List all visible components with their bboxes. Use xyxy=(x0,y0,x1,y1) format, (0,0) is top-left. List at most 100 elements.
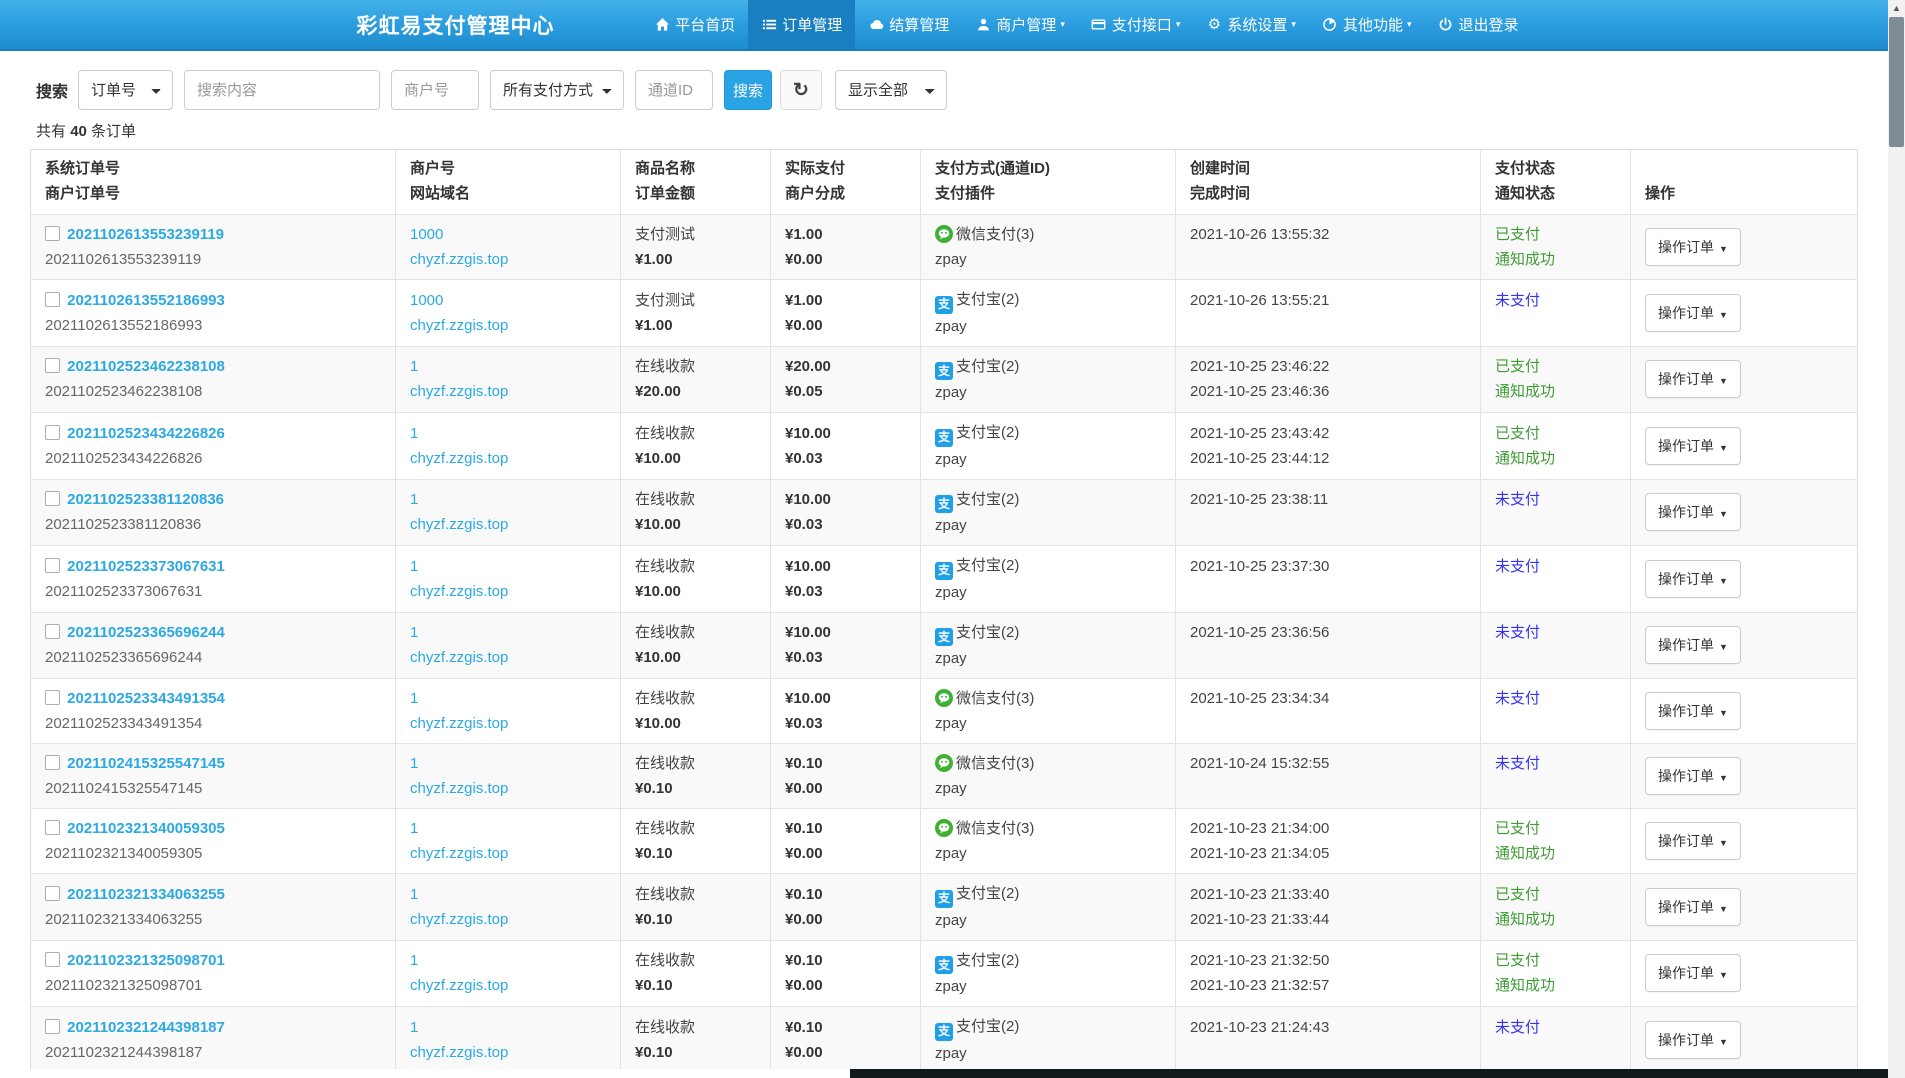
system-order-link[interactable]: 2021102523373067631 xyxy=(67,558,225,575)
row-checkbox[interactable] xyxy=(45,292,60,307)
site-domain-link[interactable]: chyzf.zzgis.top xyxy=(410,649,508,666)
order-action-button[interactable]: 操作订单▼ xyxy=(1645,427,1741,465)
row-checkbox[interactable] xyxy=(45,425,60,440)
order-action-button[interactable]: 操作订单▼ xyxy=(1645,560,1741,598)
search-content-input[interactable] xyxy=(184,70,380,110)
nav-item-支付接口[interactable]: 支付接口 ▾ xyxy=(1078,0,1194,49)
nav-item-结算管理[interactable]: 结算管理 ▾ xyxy=(855,0,962,49)
nav-item-系统设置[interactable]: ⚙ 系统设置 ▾ xyxy=(1193,0,1309,49)
order-action-button[interactable]: 操作订单▼ xyxy=(1645,757,1741,795)
order-action-button[interactable]: 操作订单▼ xyxy=(1645,228,1741,266)
site-domain-link[interactable]: chyzf.zzgis.top xyxy=(410,780,508,797)
row-checkbox[interactable] xyxy=(45,358,60,373)
order-action-button[interactable]: 操作订单▼ xyxy=(1645,360,1741,398)
merchant-id-link[interactable]: 1 xyxy=(410,558,418,575)
search-type-select[interactable]: 订单号 xyxy=(78,70,173,110)
completed-time: 2021-10-23 21:33:44 xyxy=(1190,907,1466,932)
system-order-link[interactable]: 2021102613553239119 xyxy=(67,226,224,243)
merchant-id-link[interactable]: 1000 xyxy=(410,292,443,309)
nav-item-退出登录[interactable]: 退出登录 ▾ xyxy=(1424,0,1531,49)
merchant-share: ¥0.00 xyxy=(785,313,906,338)
system-order-link[interactable]: 2021102523343491354 xyxy=(67,690,225,707)
product-name: 在线收款 xyxy=(635,554,756,579)
nav-item-订单管理[interactable]: 订单管理 ▾ xyxy=(748,0,855,49)
row-checkbox[interactable] xyxy=(45,491,60,506)
vertical-scrollbar-thumb[interactable] xyxy=(1889,17,1904,147)
merchant-id-link[interactable]: 1 xyxy=(410,491,418,508)
merchant-id-link[interactable]: 1 xyxy=(410,820,418,837)
merchant-id-link[interactable]: 1 xyxy=(410,425,418,442)
row-checkbox[interactable] xyxy=(45,820,60,835)
alipay-icon: 支 xyxy=(935,1023,953,1041)
column-header: 商户号 网站域名 xyxy=(396,150,621,215)
order-action-button[interactable]: 操作订单▼ xyxy=(1645,294,1741,332)
order-action-button[interactable]: 操作订单▼ xyxy=(1645,1021,1741,1059)
alipay-icon: 支 xyxy=(935,362,953,380)
site-domain-link[interactable]: chyzf.zzgis.top xyxy=(410,450,508,467)
merchant-id-link[interactable]: 1 xyxy=(410,1019,418,1036)
gear-icon: ⚙ xyxy=(1206,17,1222,33)
site-domain-link[interactable]: chyzf.zzgis.top xyxy=(410,516,508,533)
merchant-id-link[interactable]: 1000 xyxy=(410,226,443,243)
horizontal-scrollbar-thumb[interactable] xyxy=(850,1069,1905,1078)
order-action-button[interactable]: 操作订单▼ xyxy=(1645,626,1741,664)
order-action-button[interactable]: 操作订单▼ xyxy=(1645,822,1741,860)
merchant-id-link[interactable]: 1 xyxy=(410,952,418,969)
vertical-scrollbar[interactable]: ▲ xyxy=(1888,0,1905,1078)
system-order-link[interactable]: 2021102523365696244 xyxy=(67,624,225,641)
search-button[interactable]: 搜索 xyxy=(724,70,772,110)
site-domain-link[interactable]: chyzf.zzgis.top xyxy=(410,383,508,400)
order-action-button[interactable]: 操作订单▼ xyxy=(1645,954,1741,992)
scroll-up-arrow-icon[interactable]: ▲ xyxy=(1888,0,1905,17)
row-checkbox[interactable] xyxy=(45,624,60,639)
order-amount: ¥0.10 xyxy=(635,973,756,998)
notify-status xyxy=(1495,512,1616,537)
nav-item-其他功能[interactable]: 其他功能 ▾ xyxy=(1309,0,1425,49)
row-checkbox[interactable] xyxy=(45,690,60,705)
row-checkbox[interactable] xyxy=(45,952,60,967)
system-order-link[interactable]: 2021102523462238108 xyxy=(67,358,225,375)
site-domain-link[interactable]: chyzf.zzgis.top xyxy=(410,715,508,732)
notify-status xyxy=(1495,776,1616,801)
site-domain-link[interactable]: chyzf.zzgis.top xyxy=(410,317,508,334)
site-domain-link[interactable]: chyzf.zzgis.top xyxy=(410,1044,508,1061)
system-order-link[interactable]: 2021102523381120836 xyxy=(67,491,224,508)
merchant-id-link[interactable]: 1 xyxy=(410,755,418,772)
nav-item-商户管理[interactable]: 商户管理 ▾ xyxy=(962,0,1078,49)
merchant-id-link[interactable]: 1 xyxy=(410,624,418,641)
row-checkbox[interactable] xyxy=(45,558,60,573)
row-checkbox[interactable] xyxy=(45,886,60,901)
order-action-button[interactable]: 操作订单▼ xyxy=(1645,493,1741,531)
system-order-link[interactable]: 2021102613552186993 xyxy=(67,292,225,309)
created-time: 2021-10-26 13:55:32 xyxy=(1190,222,1466,247)
refresh-button[interactable]: ↻ xyxy=(780,70,822,110)
merchant-id-link[interactable]: 1 xyxy=(410,358,418,375)
display-filter-select[interactable]: 显示全部 xyxy=(835,70,947,110)
pay-type-select[interactable]: 所有支付方式 xyxy=(490,70,624,110)
row-checkbox[interactable] xyxy=(45,1019,60,1034)
site-domain-link[interactable]: chyzf.zzgis.top xyxy=(410,977,508,994)
merchant-id-link[interactable]: 1 xyxy=(410,886,418,903)
refresh-icon: ↻ xyxy=(793,80,809,101)
system-order-link[interactable]: 2021102523434226826 xyxy=(67,425,225,442)
system-order-link[interactable]: 2021102415325547145 xyxy=(67,755,225,772)
system-order-link[interactable]: 2021102321340059305 xyxy=(67,820,225,837)
pay-plugin: zpay xyxy=(935,646,1161,671)
row-checkbox[interactable] xyxy=(45,755,60,770)
completed-time: 2021-10-25 23:44:12 xyxy=(1190,446,1466,471)
merchant-id-input[interactable] xyxy=(391,70,479,110)
channel-id-input[interactable] xyxy=(635,70,713,110)
site-domain-link[interactable]: chyzf.zzgis.top xyxy=(410,845,508,862)
site-domain-link[interactable]: chyzf.zzgis.top xyxy=(410,911,508,928)
system-order-link[interactable]: 2021102321325098701 xyxy=(67,952,225,969)
order-action-button[interactable]: 操作订单▼ xyxy=(1645,888,1741,926)
order-action-button[interactable]: 操作订单▼ xyxy=(1645,692,1741,730)
site-domain-link[interactable]: chyzf.zzgis.top xyxy=(410,583,508,600)
horizontal-scrollbar[interactable] xyxy=(0,1069,1905,1078)
site-domain-link[interactable]: chyzf.zzgis.top xyxy=(410,251,508,268)
system-order-link[interactable]: 2021102321334063255 xyxy=(67,886,225,903)
merchant-id-link[interactable]: 1 xyxy=(410,690,418,707)
system-order-link[interactable]: 2021102321244398187 xyxy=(67,1019,225,1036)
row-checkbox[interactable] xyxy=(45,226,60,241)
nav-item-平台首页[interactable]: 平台首页 ▾ xyxy=(641,0,748,49)
